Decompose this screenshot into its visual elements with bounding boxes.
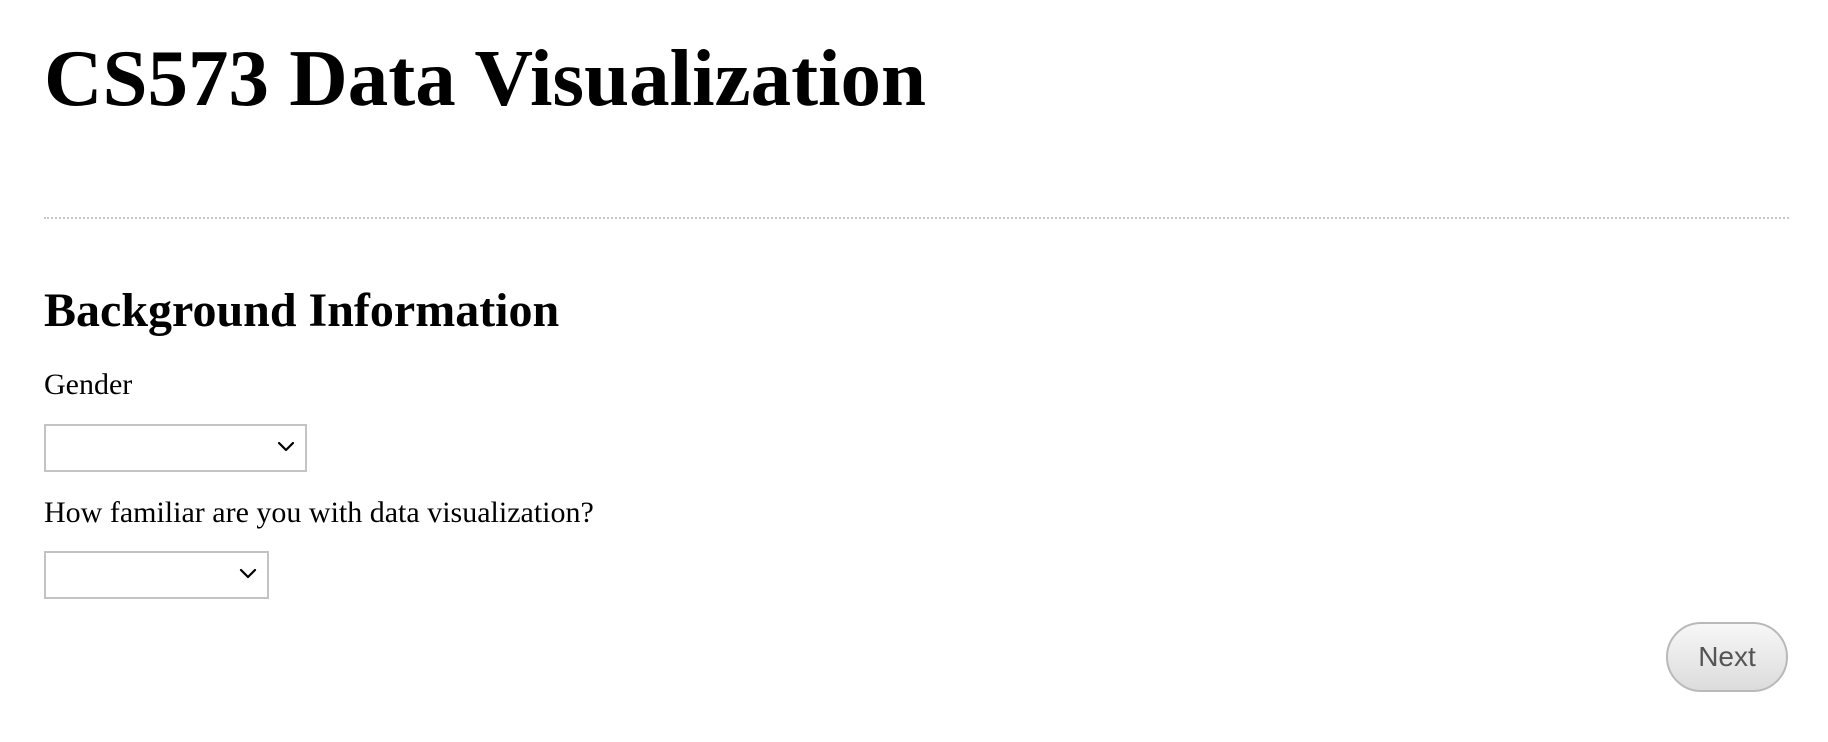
page-title: CS573 Data Visualization [44, 33, 927, 123]
section-title: Background Information [44, 284, 560, 337]
gender-select[interactable] [44, 424, 307, 472]
familiarity-select[interactable] [44, 551, 269, 599]
divider [44, 217, 1789, 219]
familiarity-label: How familiar are you with data visualiza… [44, 496, 594, 529]
chevron-down-icon [239, 568, 257, 579]
next-button[interactable]: Next [1666, 622, 1788, 692]
chevron-down-icon [277, 441, 295, 452]
gender-label: Gender [44, 368, 133, 401]
